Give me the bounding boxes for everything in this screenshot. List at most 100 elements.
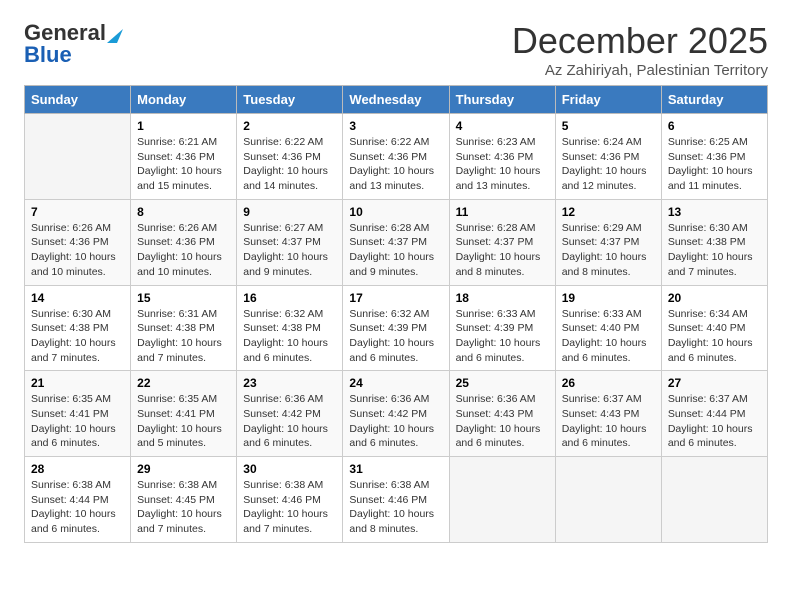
day-info: Sunrise: 6:32 AMSunset: 4:39 PMDaylight:… <box>349 307 442 366</box>
day-number: 9 <box>243 205 336 219</box>
day-cell: 1 Sunrise: 6:21 AMSunset: 4:36 PMDaylight… <box>131 114 237 200</box>
day-number: 18 <box>456 291 549 305</box>
calendar-body: 1 Sunrise: 6:21 AMSunset: 4:36 PMDaylight… <box>25 114 768 543</box>
day-cell: 30 Sunrise: 6:38 AMSunset: 4:46 PMDayligh… <box>237 457 343 543</box>
week-row-3: 14 Sunrise: 6:30 AMSunset: 4:38 PMDayligh… <box>25 285 768 371</box>
day-cell: 19 Sunrise: 6:33 AMSunset: 4:40 PMDayligh… <box>555 285 661 371</box>
day-cell: 21 Sunrise: 6:35 AMSunset: 4:41 PMDayligh… <box>25 371 131 457</box>
day-info: Sunrise: 6:28 AMSunset: 4:37 PMDaylight:… <box>456 221 549 280</box>
day-cell <box>449 457 555 543</box>
day-cell: 2 Sunrise: 6:22 AMSunset: 4:36 PMDaylight… <box>237 114 343 200</box>
day-number: 11 <box>456 205 549 219</box>
day-number: 8 <box>137 205 230 219</box>
day-info: Sunrise: 6:24 AMSunset: 4:36 PMDaylight:… <box>562 135 655 194</box>
day-info: Sunrise: 6:34 AMSunset: 4:40 PMDaylight:… <box>668 307 761 366</box>
day-cell: 11 Sunrise: 6:28 AMSunset: 4:37 PMDayligh… <box>449 199 555 285</box>
day-info: Sunrise: 6:33 AMSunset: 4:40 PMDaylight:… <box>562 307 655 366</box>
day-cell <box>661 457 767 543</box>
day-info: Sunrise: 6:21 AMSunset: 4:36 PMDaylight:… <box>137 135 230 194</box>
day-info: Sunrise: 6:27 AMSunset: 4:37 PMDaylight:… <box>243 221 336 280</box>
header-cell-thursday: Thursday <box>449 86 555 114</box>
week-row-4: 21 Sunrise: 6:35 AMSunset: 4:41 PMDayligh… <box>25 371 768 457</box>
day-info: Sunrise: 6:30 AMSunset: 4:38 PMDaylight:… <box>31 307 124 366</box>
day-cell: 16Sunrise: 6:32 AMSunset: 4:38 PMDayligh… <box>237 285 343 371</box>
day-cell: 12Sunrise: 6:29 AMSunset: 4:37 PMDayligh… <box>555 199 661 285</box>
day-info: Sunrise: 6:38 AMSunset: 4:44 PMDaylight:… <box>31 478 124 537</box>
day-number: 23 <box>243 376 336 390</box>
day-info: Sunrise: 6:23 AMSunset: 4:36 PMDaylight:… <box>456 135 549 194</box>
day-info: Sunrise: 6:35 AMSunset: 4:41 PMDaylight:… <box>31 392 124 451</box>
day-cell: 13 Sunrise: 6:30 AMSunset: 4:38 PMDayligh… <box>661 199 767 285</box>
day-number: 30 <box>243 462 336 476</box>
header-row: SundayMondayTuesdayWednesdayThursdayFrid… <box>25 86 768 114</box>
day-number: 31 <box>349 462 442 476</box>
day-number: 3 <box>349 119 442 133</box>
week-row-5: 28 Sunrise: 6:38 AMSunset: 4:44 PMDayligh… <box>25 457 768 543</box>
day-cell: 24Sunrise: 6:36 AMSunset: 4:42 PMDayligh… <box>343 371 449 457</box>
week-row-1: 1 Sunrise: 6:21 AMSunset: 4:36 PMDaylight… <box>25 114 768 200</box>
day-number: 26 <box>562 376 655 390</box>
day-cell: 25Sunrise: 6:36 AMSunset: 4:43 PMDayligh… <box>449 371 555 457</box>
header-cell-monday: Monday <box>131 86 237 114</box>
day-number: 5 <box>562 119 655 133</box>
week-row-2: 7Sunrise: 6:26 AMSunset: 4:36 PMDaylight… <box>25 199 768 285</box>
day-cell: 31Sunrise: 6:38 AMSunset: 4:46 PMDayligh… <box>343 457 449 543</box>
day-cell: 3 Sunrise: 6:22 AMSunset: 4:36 PMDaylight… <box>343 114 449 200</box>
day-number: 20 <box>668 291 761 305</box>
day-info: Sunrise: 6:30 AMSunset: 4:38 PMDaylight:… <box>668 221 761 280</box>
page-header: General Blue December 2025 Az Zahiriyah,… <box>24 20 768 79</box>
day-info: Sunrise: 6:26 AMSunset: 4:36 PMDaylight:… <box>31 221 124 280</box>
day-number: 19 <box>562 291 655 305</box>
day-number: 29 <box>137 462 230 476</box>
day-cell <box>25 114 131 200</box>
title-block: December 2025 Az Zahiriyah, Palestinian … <box>512 20 768 79</box>
day-info: Sunrise: 6:36 AMSunset: 4:42 PMDaylight:… <box>243 392 336 451</box>
header-cell-friday: Friday <box>555 86 661 114</box>
day-info: Sunrise: 6:22 AMSunset: 4:36 PMDaylight:… <box>349 135 442 194</box>
day-info: Sunrise: 6:25 AMSunset: 4:36 PMDaylight:… <box>668 135 761 194</box>
day-number: 22 <box>137 376 230 390</box>
header-cell-sunday: Sunday <box>25 86 131 114</box>
day-number: 24 <box>349 376 442 390</box>
day-cell: 7Sunrise: 6:26 AMSunset: 4:36 PMDaylight… <box>25 199 131 285</box>
day-info: Sunrise: 6:22 AMSunset: 4:36 PMDaylight:… <box>243 135 336 194</box>
day-number: 6 <box>668 119 761 133</box>
calendar-table: SundayMondayTuesdayWednesdayThursdayFrid… <box>24 85 768 543</box>
day-cell <box>555 457 661 543</box>
day-number: 28 <box>31 462 124 476</box>
calendar-subtitle: Az Zahiriyah, Palestinian Territory <box>512 62 768 79</box>
day-cell: 23 Sunrise: 6:36 AMSunset: 4:42 PMDayligh… <box>237 371 343 457</box>
day-cell: 4 Sunrise: 6:23 AMSunset: 4:36 PMDaylight… <box>449 114 555 200</box>
day-cell: 6 Sunrise: 6:25 AMSunset: 4:36 PMDaylight… <box>661 114 767 200</box>
logo: General Blue <box>24 20 124 68</box>
day-number: 2 <box>243 119 336 133</box>
day-info: Sunrise: 6:38 AMSunset: 4:45 PMDaylight:… <box>137 478 230 537</box>
header-cell-tuesday: Tuesday <box>237 86 343 114</box>
day-number: 14 <box>31 291 124 305</box>
day-number: 4 <box>456 119 549 133</box>
day-cell: 15Sunrise: 6:31 AMSunset: 4:38 PMDayligh… <box>131 285 237 371</box>
day-info: Sunrise: 6:35 AMSunset: 4:41 PMDaylight:… <box>137 392 230 451</box>
day-cell: 28 Sunrise: 6:38 AMSunset: 4:44 PMDayligh… <box>25 457 131 543</box>
day-info: Sunrise: 6:26 AMSunset: 4:36 PMDaylight:… <box>137 221 230 280</box>
day-number: 17 <box>349 291 442 305</box>
day-cell: 27 Sunrise: 6:37 AMSunset: 4:44 PMDayligh… <box>661 371 767 457</box>
day-cell: 20 Sunrise: 6:34 AMSunset: 4:40 PMDayligh… <box>661 285 767 371</box>
day-number: 1 <box>137 119 230 133</box>
day-info: Sunrise: 6:29 AMSunset: 4:37 PMDaylight:… <box>562 221 655 280</box>
day-info: Sunrise: 6:31 AMSunset: 4:38 PMDaylight:… <box>137 307 230 366</box>
day-number: 10 <box>349 205 442 219</box>
day-cell: 14 Sunrise: 6:30 AMSunset: 4:38 PMDayligh… <box>25 285 131 371</box>
day-cell: 29 Sunrise: 6:38 AMSunset: 4:45 PMDayligh… <box>131 457 237 543</box>
day-number: 21 <box>31 376 124 390</box>
day-cell: 5 Sunrise: 6:24 AMSunset: 4:36 PMDaylight… <box>555 114 661 200</box>
day-number: 13 <box>668 205 761 219</box>
calendar-title: December 2025 <box>512 20 768 62</box>
calendar-header: SundayMondayTuesdayWednesdayThursdayFrid… <box>25 86 768 114</box>
day-number: 27 <box>668 376 761 390</box>
day-info: Sunrise: 6:37 AMSunset: 4:44 PMDaylight:… <box>668 392 761 451</box>
day-info: Sunrise: 6:38 AMSunset: 4:46 PMDaylight:… <box>243 478 336 537</box>
day-cell: 9 Sunrise: 6:27 AMSunset: 4:37 PMDaylight… <box>237 199 343 285</box>
day-info: Sunrise: 6:37 AMSunset: 4:43 PMDaylight:… <box>562 392 655 451</box>
day-cell: 18Sunrise: 6:33 AMSunset: 4:39 PMDayligh… <box>449 285 555 371</box>
